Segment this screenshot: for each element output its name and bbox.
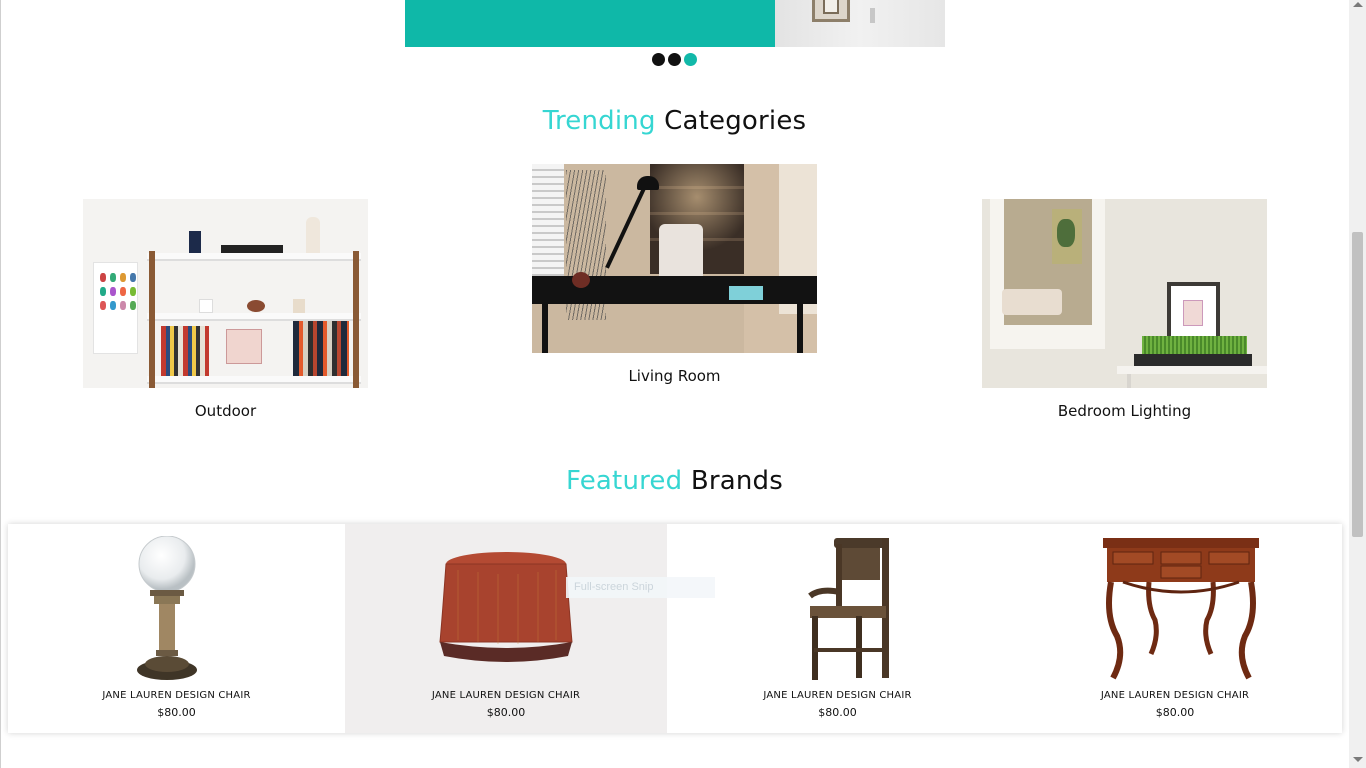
slider-dots	[652, 53, 697, 66]
product-card[interactable]: JANE LAUREN DESIGN CHAIR $80.00	[8, 524, 345, 733]
hero-slider[interactable]	[405, 0, 945, 47]
snip-tooltip: Full-screen Snip	[566, 577, 715, 598]
category-label[interactable]: Outdoor	[83, 402, 368, 420]
product-image-antique-desk[interactable]	[1103, 536, 1259, 684]
product-name[interactable]: JANE LAUREN DESIGN CHAIR	[1008, 690, 1342, 701]
product-name[interactable]: JANE LAUREN DESIGN CHAIR	[8, 690, 345, 701]
product-image-round-table[interactable]	[438, 536, 574, 684]
hero-teal-panel	[405, 0, 775, 47]
featured-brands-heading: Featured Brands	[0, 466, 1349, 496]
product-price: $80.00	[818, 706, 857, 719]
category-label[interactable]: Bedroom Lighting	[982, 402, 1267, 420]
product-price: $80.00	[157, 706, 196, 719]
category-label[interactable]: Living Room	[532, 367, 817, 385]
heading-rest-word: Brands	[690, 466, 783, 496]
category-card-outdoor[interactable]: Outdoor	[83, 199, 368, 420]
wall-hook-decor	[870, 8, 875, 23]
scroll-up-arrow-icon[interactable]	[1353, 2, 1363, 7]
category-image-outdoor[interactable]	[83, 199, 368, 388]
category-image-living-room[interactable]	[532, 164, 817, 353]
heading-accent-word: Featured	[565, 466, 683, 496]
scroll-down-arrow-icon[interactable]	[1353, 757, 1363, 762]
product-name[interactable]: JANE LAUREN DESIGN CHAIR	[345, 690, 667, 701]
product-card[interactable]: JANE LAUREN DESIGN CHAIR $80.00	[1008, 524, 1342, 733]
heading-accent-word: Trending	[542, 106, 656, 136]
wall-frame-decor	[812, 0, 850, 22]
category-card-bedroom-lighting[interactable]: Bedroom Lighting	[982, 199, 1267, 420]
featured-brands-carousel: JANE LAUREN DESIGN CHAIR $80.00 JANE LAU…	[8, 524, 1342, 733]
scrollbar-thumb[interactable]	[1352, 232, 1363, 537]
slider-dot-2[interactable]	[668, 53, 681, 66]
slider-dot-3[interactable]	[684, 53, 697, 66]
product-price: $80.00	[1155, 706, 1195, 719]
product-image-wooden-chair[interactable]	[800, 536, 895, 684]
slider-dot-1[interactable]	[652, 53, 665, 66]
hero-photo	[775, 0, 945, 47]
product-image-crystal-ball[interactable]	[132, 536, 202, 684]
category-card-living-room[interactable]: Living Room	[532, 164, 817, 385]
heading-rest-word: Categories	[664, 106, 807, 136]
trending-categories-heading: Trending Categories	[0, 106, 1349, 136]
product-card[interactable]: JANE LAUREN DESIGN CHAIR $80.00	[667, 524, 1008, 733]
product-price: $80.00	[486, 706, 526, 719]
product-card[interactable]: JANE LAUREN DESIGN CHAIR $80.00	[345, 524, 667, 733]
category-image-bedroom-lighting[interactable]	[982, 199, 1267, 388]
product-name[interactable]: JANE LAUREN DESIGN CHAIR	[667, 690, 1008, 701]
